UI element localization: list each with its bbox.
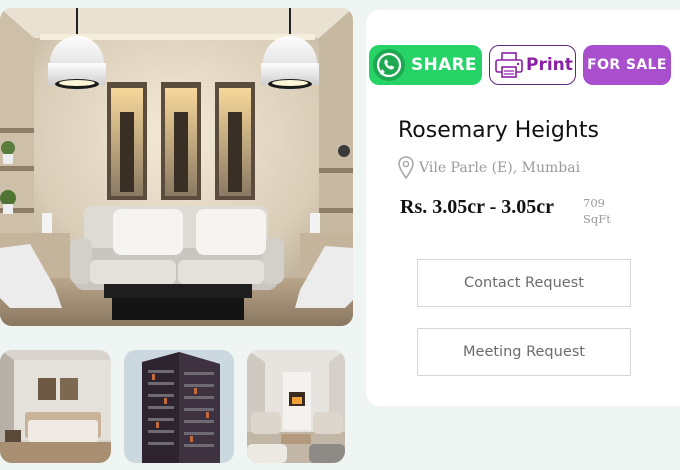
share-button[interactable]: SHARE (369, 45, 482, 85)
thumbnail-bedroom[interactable] (0, 350, 111, 463)
meeting-request-button[interactable]: Meeting Request (417, 328, 631, 376)
listing-info-card: SHARE Print FOR SALE Rosemary Heights Vi… (366, 10, 680, 406)
thumbnail-building[interactable] (124, 350, 234, 463)
printer-icon (495, 52, 523, 78)
area-value: 709 (583, 196, 605, 210)
whatsapp-icon (373, 49, 405, 81)
for-sale-label: FOR SALE (587, 57, 667, 73)
property-area: 709 SqFt (583, 195, 623, 227)
bedroom-image (0, 350, 111, 463)
area-unit: SqFt (583, 212, 611, 226)
property-price: Rs. 3.05cr - 3.05cr (400, 196, 555, 218)
share-label: SHARE (411, 55, 477, 75)
thumbnail-living-room[interactable] (247, 350, 345, 463)
map-pin-icon (398, 156, 414, 180)
print-button[interactable]: Print (489, 45, 576, 85)
for-sale-badge[interactable]: FOR SALE (583, 45, 671, 85)
contact-request-button[interactable]: Contact Request (417, 259, 631, 307)
print-label: Print (526, 55, 573, 75)
location-text: Vile Parle (E), Mumbai (419, 160, 581, 176)
property-location: Vile Parle (E), Mumbai (398, 156, 580, 180)
living-room-image (0, 8, 353, 326)
property-title: Rosemary Heights (398, 118, 599, 143)
living-room-fireplace-image (247, 350, 345, 463)
main-property-photo[interactable] (0, 8, 353, 326)
building-exterior-image (124, 350, 234, 463)
